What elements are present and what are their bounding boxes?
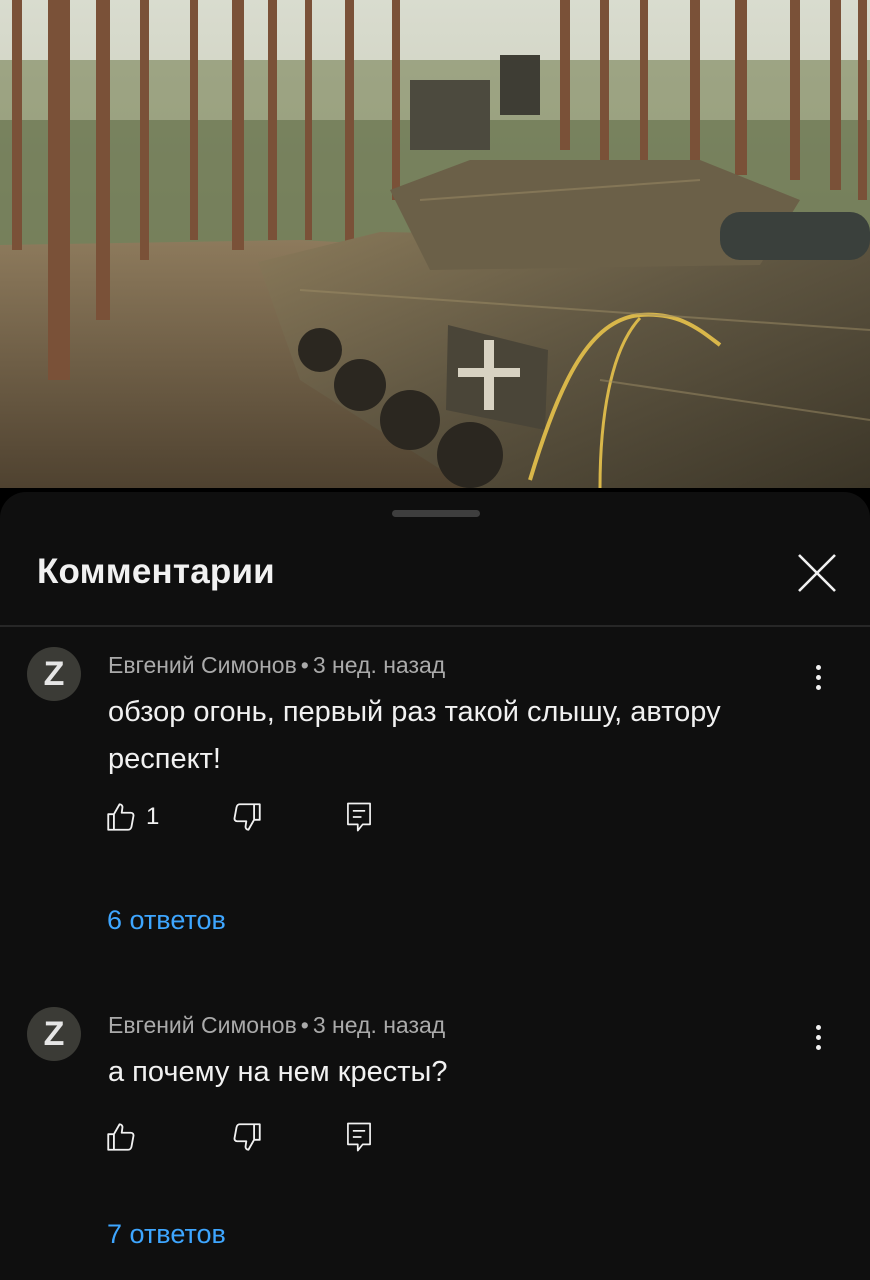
comment-menu-button[interactable] (804, 657, 832, 697)
more-vertical-icon (815, 664, 821, 670)
reply-comment-icon (347, 1122, 371, 1152)
reply-comment-icon (347, 802, 371, 832)
thumbs-down-icon (233, 803, 261, 831)
dislike-button[interactable] (230, 797, 264, 837)
more-dot (815, 674, 821, 680)
comment-time: 3 нед. назад (312, 1012, 446, 1038)
avatar-letter: Z (43, 1015, 65, 1053)
comment-time: 3 нед. назад (312, 652, 446, 678)
like-button[interactable] (104, 1117, 146, 1157)
replies-link[interactable]: 7 ответов (107, 1219, 226, 1250)
comment-meta: Евгений Симонов • 3 нед. назад (108, 1012, 445, 1039)
dislike-button[interactable] (230, 1117, 264, 1157)
more-dot (815, 684, 821, 690)
meta-separator: • (300, 1012, 309, 1038)
comment-text: обзор огонь, первый раз такой слышу, авт… (108, 696, 721, 775)
comment-text: а почему на нем кресты? (108, 1056, 448, 1088)
video-frame-image (0, 0, 870, 488)
comments-panel: Комментарии Z Евгений Симонов • 3 нед. наз… (0, 492, 870, 1280)
comment-meta: Евгений Симонов • 3 нед. назад (108, 652, 445, 679)
thumbs-down-icon (233, 1123, 261, 1151)
thumbs-up-icon (107, 1123, 135, 1151)
avatar-letter: Z (43, 655, 65, 693)
reply-button[interactable] (344, 1117, 374, 1157)
comment-author[interactable]: Евгений Симонов (108, 1012, 297, 1038)
reply-button[interactable] (344, 797, 374, 837)
meta-separator: • (300, 652, 309, 678)
replies-link[interactable]: 6 ответов (107, 905, 226, 936)
comment-actions (104, 1117, 404, 1157)
video-player[interactable] (0, 0, 870, 488)
comment-author[interactable]: Евгений Симонов (108, 652, 297, 678)
more-vertical-icon (815, 1024, 821, 1030)
like-button[interactable]: 1 (104, 797, 159, 837)
drag-handle[interactable] (392, 510, 480, 517)
close-icon (798, 554, 836, 592)
thumbs-up-icon (107, 803, 135, 831)
avatar[interactable]: Z (27, 1007, 81, 1061)
close-button[interactable] (792, 548, 842, 598)
comment-menu-button[interactable] (804, 1017, 832, 1057)
more-dot (815, 1034, 821, 1040)
more-dot (815, 1044, 821, 1050)
header-divider (0, 625, 870, 627)
comments-title: Комментарии (37, 552, 275, 591)
avatar[interactable]: Z (27, 647, 81, 701)
comment-actions: 1 (104, 797, 404, 837)
like-count: 1 (146, 803, 160, 830)
